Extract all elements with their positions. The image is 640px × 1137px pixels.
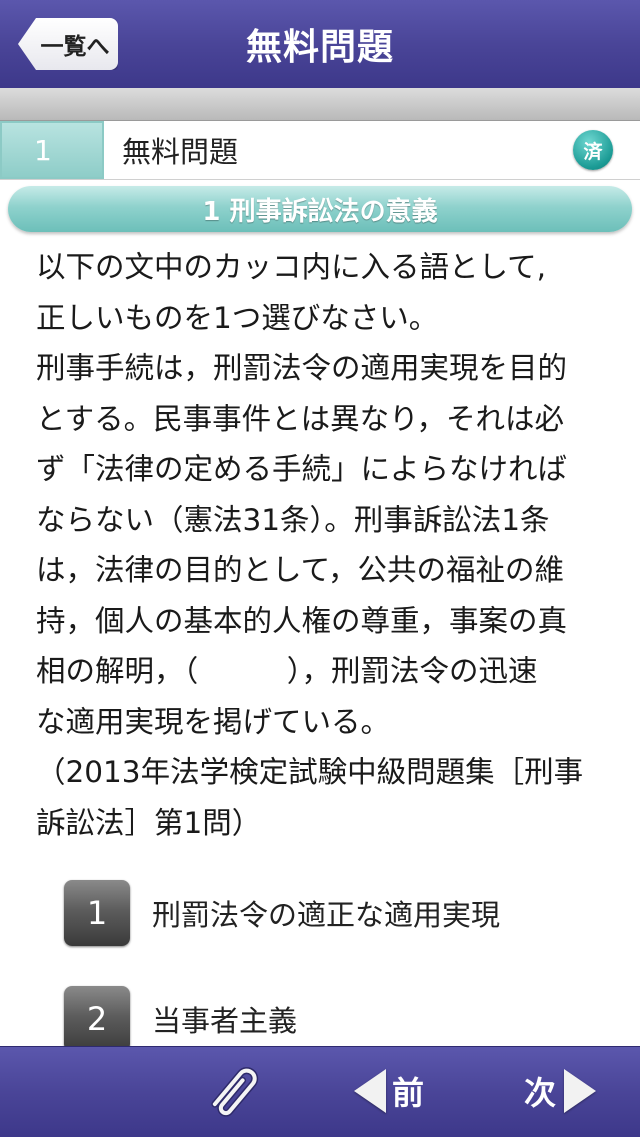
choice-number-button[interactable]: 2 [64,986,130,1052]
next-label: 次 [524,1074,557,1112]
question-line: 相の解明，（ ），刑罰法令の迅速 [36,654,538,688]
question-name: 無料問題 [122,135,239,169]
question-line: ず「法律の定める手続」によらなければ [36,452,568,486]
paperclip-icon[interactable] [200,1056,270,1126]
divider-bar [0,88,640,121]
section-title-label: 1 刑事訴訟法の意義 [202,196,438,227]
done-badge-label: 済 [583,140,603,163]
arrow-left-icon [354,1069,386,1113]
choice-number-button[interactable]: 1 [64,880,130,946]
previous-label: 前 [392,1074,425,1112]
section-title: 1 刑事訴訟法の意義 [8,186,632,232]
question-line: とする。民事事件とは異なり，それは必 [36,401,565,436]
choice-item[interactable]: 1 刑罰法令の適正な適用実現 [64,880,624,946]
question-row: 1 無料問題 [0,121,640,180]
question-line: は，法律の目的として，公共の福祉の維 [36,553,565,587]
arrow-right-icon [564,1069,597,1113]
previous-button[interactable]: 前 [354,1062,444,1120]
choice-text[interactable]: 刑罰法令の適正な適用実現 [152,880,500,946]
choice-text[interactable]: 当事者主義 [152,986,297,1052]
question-line: 正しいものを1つ選びなさい。 [36,300,439,335]
question-line: 以下の文中のカッコ内に入る語として, [36,250,546,284]
choice-item[interactable]: 2 当事者主義 [64,986,624,1052]
question-line: 持，個人の基本的人権の尊重，事案の真 [36,603,568,638]
question-line: 刑事手続は，刑罰法令の適用実現を目的 [36,351,568,385]
back-button-label: 一覧へ [40,34,110,60]
done-badge: 済 [573,130,613,170]
back-to-list-button[interactable]: 一覧へ [18,18,118,70]
question-text: 以下の文中のカッコ内に入る語として, 正しいものを1つ選びなさい。 刑事手続は，… [36,242,620,848]
question-line: ならない（憲法31条）。刑事訴訟法1条 [36,502,550,537]
next-button[interactable]: 次 [524,1062,614,1120]
question-line: な適用実現を掲げている。 [36,704,391,739]
question-line: 訴訟法］第1問） [36,805,262,840]
question-line: （2013年法学検定試験中級問題集［刑事 [36,755,584,789]
question-number: 1 [0,121,104,179]
